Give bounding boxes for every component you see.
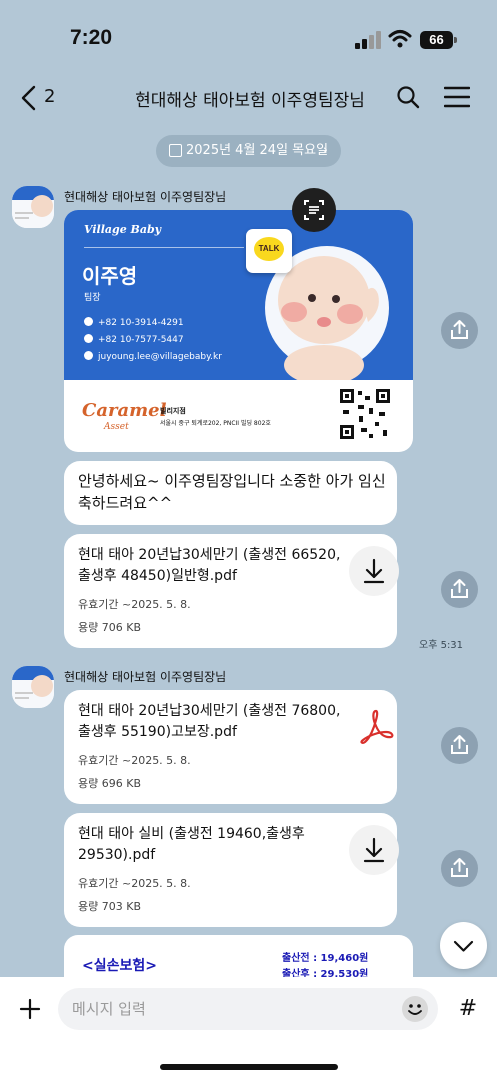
avatar[interactable]: [12, 186, 54, 228]
talk-icon: TALK: [254, 237, 284, 261]
kakaotalk-badge: TALK: [246, 229, 292, 273]
share-icon: [451, 320, 468, 339]
scan-text-button[interactable]: [292, 188, 336, 232]
chat-title: 현대해상 태아보험 이주영팀장님: [135, 91, 365, 111]
card-role: 팀장: [84, 293, 101, 303]
message-input[interactable]: [58, 988, 438, 1030]
divider: [84, 247, 244, 248]
file-validity: 유효기간 ~2025. 5. 8.: [78, 598, 191, 611]
message-bubble[interactable]: 안녕하세요~ 이주영팀장입니다 소중한 아가 임신축하드려요^^: [64, 461, 397, 525]
file-message[interactable]: 현대 태아 20년납30세만기 (출생전 76800, 출생후 55190)고보…: [64, 690, 397, 804]
file-message[interactable]: 현대 태아 20년납30세만기 (출생전 66520, 출생후 48450)일반…: [64, 534, 399, 648]
home-indicator: [160, 1064, 338, 1070]
date-divider[interactable]: 2025년 4월 24일 목요일 ›: [156, 135, 341, 167]
status-bar: 7:20 66: [0, 0, 497, 70]
qr-code-icon: [339, 388, 391, 440]
calendar-icon: [169, 144, 182, 157]
file-validity: 유효기간 ~2025. 5. 8.: [78, 754, 191, 767]
file-size: 용량 696 KB: [78, 777, 141, 790]
emoji-icon[interactable]: [400, 994, 430, 1024]
file-name: 현대 태아 20년납30세만기 (출생전 76800, 출생후 55190)고보…: [78, 703, 341, 740]
share-button[interactable]: [441, 727, 478, 764]
phone-icon: [84, 334, 93, 343]
card-address: 서울시 중구 퇴계로202, PNCII 빌딩 802호: [160, 420, 271, 427]
card-phone-2: +82 10-7577-5447: [84, 334, 184, 345]
download-icon: [363, 558, 385, 584]
file-size: 용량 703 KB: [78, 900, 141, 913]
chevron-right-icon: ›: [322, 143, 328, 158]
avatar[interactable]: [12, 666, 54, 708]
company-logo: Caramel: [82, 400, 167, 421]
share-icon: [451, 858, 468, 877]
sender-name: 현대해상 태아보험 이주영팀장님: [64, 190, 227, 204]
card-phone-1: +82 10-3914-4291: [84, 317, 184, 328]
card-branch: 빌리지점: [160, 407, 186, 415]
hash-icon[interactable]: #: [452, 993, 484, 1025]
chat-header: 2 현대해상 태아보험 이주영팀장님: [0, 72, 497, 122]
card-email: juyoung.lee@villagebaby.kr: [84, 351, 222, 362]
card-person-name: 이주영: [82, 264, 138, 288]
file-size: 용량 706 KB: [78, 621, 141, 634]
sender-name: 현대해상 태아보험 이주영팀장님: [64, 670, 227, 684]
date-text: 2025년 4월 24일 목요일: [186, 143, 329, 158]
file-validity: 유효기간 ~2025. 5. 8.: [78, 877, 191, 890]
share-icon: [451, 579, 468, 598]
scan-icon: [304, 200, 324, 220]
file-message[interactable]: 현대 태아 실비 (출생전 19460,출생후 29530).pdf 유효기간 …: [64, 813, 399, 927]
file-name: 현대 태아 20년납30세만기 (출생전 66520, 출생후 48450)일반…: [78, 547, 341, 584]
file-name: 현대 태아 실비 (출생전 19460,출생후 29530).pdf: [78, 826, 305, 863]
card-footer: Caramel Asset 빌리지점 서울시 중구 퇴계로202, PNCII …: [64, 380, 413, 452]
share-button[interactable]: [441, 571, 478, 608]
download-button[interactable]: [349, 825, 399, 875]
card-header: Village Baby 이주영 팀장 +82 10-3914-4291 +82…: [64, 210, 413, 380]
status-time: 7:20: [70, 26, 113, 49]
share-button[interactable]: [441, 312, 478, 349]
message-time: 오후 5:31: [419, 640, 464, 651]
image-title: <실손보험>: [82, 958, 157, 974]
menu-icon[interactable]: [444, 86, 470, 108]
kakao-icon: [84, 317, 93, 326]
chevron-down-icon: [453, 940, 474, 952]
share-button[interactable]: [441, 850, 478, 887]
search-icon[interactable]: [396, 85, 420, 109]
mail-icon: [84, 351, 93, 360]
share-icon: [451, 735, 468, 754]
download-button[interactable]: [349, 546, 399, 596]
message-text: 안녕하세요~ 이주영팀장입니다 소중한 아가 임신축하드려요^^: [78, 472, 386, 512]
signal-icon: [355, 31, 381, 49]
message-input-bar: #: [0, 977, 497, 1080]
battery-icon: 66: [420, 31, 457, 49]
scroll-down-button[interactable]: [440, 922, 487, 969]
unread-count[interactable]: 2: [44, 86, 55, 107]
company-logo-sub: Asset: [104, 422, 129, 432]
plus-icon[interactable]: [14, 993, 46, 1025]
card-brand: Village Baby: [84, 223, 162, 236]
download-icon: [363, 837, 385, 863]
back-icon[interactable]: [18, 85, 40, 111]
business-card-image[interactable]: Village Baby 이주영 팀장 +82 10-3914-4291 +82…: [64, 210, 413, 452]
pdf-icon[interactable]: [356, 706, 396, 746]
wifi-icon: [388, 30, 412, 48]
